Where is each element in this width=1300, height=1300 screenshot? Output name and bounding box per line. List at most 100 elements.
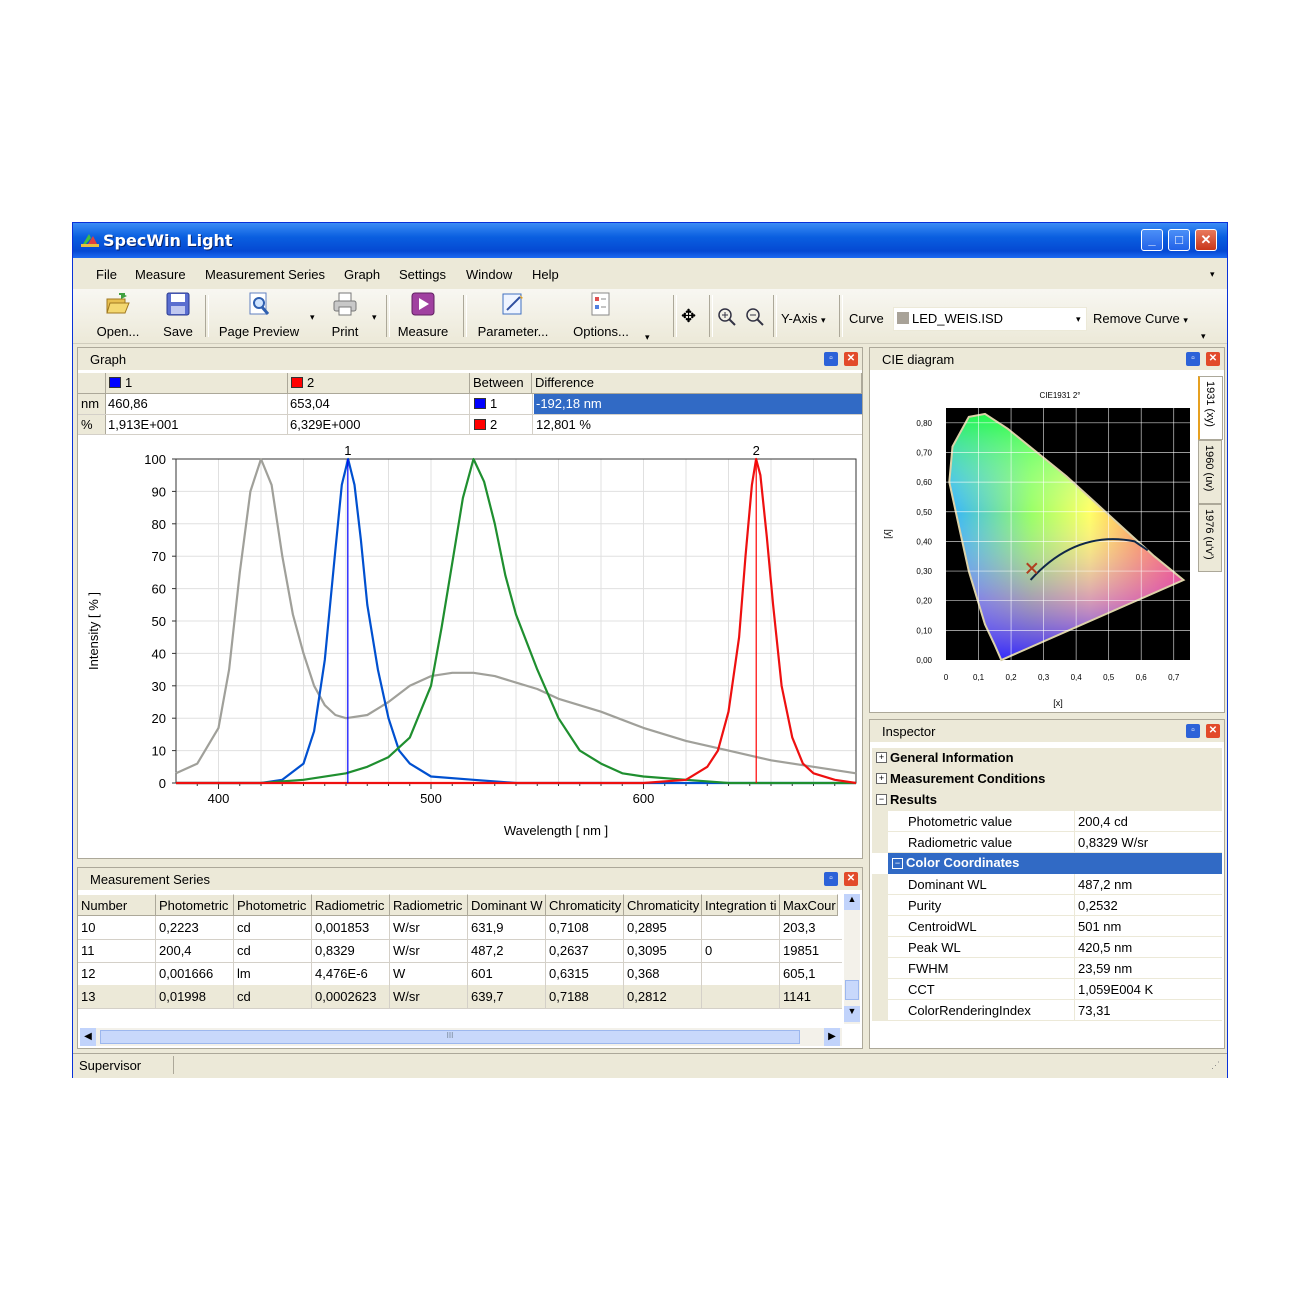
page-preview-dropdown-icon[interactable]: ▾ bbox=[310, 312, 315, 323]
inspector-property-grid: + General Information + Measurement Conditi… bbox=[872, 748, 1222, 1044]
table-row[interactable]: 10 0,2223 cd 0,001853 W/sr 631,9 0,7108 0,2895 2… bbox=[78, 916, 842, 940]
property-row[interactable]: ColorRenderingIndex 73,31 bbox=[872, 1000, 1222, 1021]
scroll-right-icon[interactable]: ▶ bbox=[824, 1028, 840, 1046]
restore-icon[interactable]: ▫ bbox=[824, 872, 838, 886]
column-header[interactable]: Radiometric bbox=[312, 894, 390, 916]
title-bar[interactable]: SpecWin Light _ □ ✕ bbox=[73, 223, 1227, 258]
minimize-button[interactable]: _ bbox=[1141, 229, 1163, 251]
table-cell: 10 bbox=[81, 920, 96, 935]
group-measurement-conditions[interactable]: + Measurement Conditions bbox=[872, 769, 1222, 790]
toolbar-overflow-icon[interactable]: ▾ bbox=[1201, 331, 1206, 342]
cie-x-tick-label: 0,7 bbox=[1168, 673, 1180, 682]
table-row[interactable]: 13 0,01998 cd 0,0002623 W/sr 639,7 0,7188 0,281… bbox=[78, 985, 842, 1009]
restore-icon[interactable]: ▫ bbox=[824, 352, 838, 366]
parameter-button[interactable]: Parameter... bbox=[473, 291, 553, 341]
scroll-thumb[interactable]: III bbox=[100, 1030, 800, 1044]
maximize-button[interactable]: □ bbox=[1168, 229, 1190, 251]
print-button[interactable]: Print bbox=[325, 291, 365, 341]
group-general-information[interactable]: + General Information bbox=[872, 748, 1222, 769]
curve-select[interactable]: LED_WEIS.ISD ▾ bbox=[893, 307, 1087, 331]
measure-button[interactable]: Measure bbox=[395, 291, 451, 341]
toolbar-overflow-icon[interactable]: ▾ bbox=[645, 332, 650, 343]
tab-1960-uv[interactable]: 1960 (uv) bbox=[1198, 440, 1222, 504]
menu-settings[interactable]: Settings bbox=[399, 267, 446, 282]
column-header[interactable]: Chromaticity bbox=[624, 894, 702, 916]
close-icon[interactable]: ✕ bbox=[844, 872, 858, 886]
between-percent-select[interactable]: 2 bbox=[474, 417, 530, 432]
column-header[interactable]: Dominant W bbox=[468, 894, 546, 916]
expand-icon[interactable]: + bbox=[876, 752, 887, 763]
spectrum-chart[interactable]: 0 10 20 30 40 50 60 70 80 90 100 400 500 600 Wavelengt… bbox=[78, 438, 862, 848]
property-value: 73,31 bbox=[1078, 1003, 1111, 1018]
property-row[interactable]: CentroidWL 501 nm bbox=[872, 916, 1222, 937]
menu-measurement-series[interactable]: Measurement Series bbox=[205, 267, 325, 282]
table-cell: 0,001853 bbox=[315, 920, 370, 935]
difference-nm-value[interactable]: -192,18 nm bbox=[534, 394, 862, 414]
zoom-out-icon[interactable] bbox=[745, 307, 765, 327]
open-button[interactable]: Open... bbox=[89, 291, 147, 341]
property-row[interactable]: Purity 0,2532 bbox=[872, 895, 1222, 916]
property-row[interactable]: Peak WL 420,5 nm bbox=[872, 937, 1222, 958]
close-icon[interactable]: ✕ bbox=[1206, 724, 1220, 738]
property-divider bbox=[1074, 979, 1075, 1000]
close-icon[interactable]: ✕ bbox=[1206, 352, 1220, 366]
property-row[interactable]: Photometric value 200,4 cd bbox=[872, 811, 1222, 832]
zoom-in-icon[interactable] bbox=[717, 307, 737, 327]
property-row[interactable]: FWHM 23,59 nm bbox=[872, 958, 1222, 979]
menu-help[interactable]: Help bbox=[532, 267, 559, 282]
expand-icon[interactable]: + bbox=[876, 773, 887, 784]
tab-1976-uv[interactable]: 1976 (u'v') bbox=[1198, 504, 1222, 572]
column-header[interactable]: Integration ti bbox=[702, 894, 780, 916]
y-axis-dropdown[interactable]: Y-Axis ▾ bbox=[781, 311, 826, 326]
page-preview-button[interactable]: Page Preview bbox=[213, 291, 305, 341]
column-header[interactable]: Radiometric bbox=[390, 894, 468, 916]
menu-file[interactable]: File bbox=[96, 267, 117, 282]
column-header[interactable]: Photometric bbox=[234, 894, 312, 916]
group-label: Measurement Conditions bbox=[890, 771, 1046, 786]
column-header[interactable]: Photometric bbox=[156, 894, 234, 916]
tab-1931-xy[interactable]: 1931 (xy) bbox=[1198, 376, 1223, 440]
print-dropdown-icon[interactable]: ▾ bbox=[372, 312, 377, 323]
column-header[interactable]: Number bbox=[78, 894, 156, 916]
pan-move-icon[interactable]: ✥ bbox=[681, 306, 696, 327]
scroll-down-icon[interactable]: ▼ bbox=[844, 1006, 860, 1022]
column-header[interactable]: Chromaticity bbox=[546, 894, 624, 916]
resize-grip-icon[interactable]: ⋰ bbox=[1211, 1060, 1220, 1071]
scroll-thumb[interactable] bbox=[845, 980, 859, 1000]
cell-divider bbox=[311, 916, 312, 939]
scroll-up-icon[interactable]: ▲ bbox=[844, 894, 860, 910]
close-button[interactable]: ✕ bbox=[1195, 229, 1217, 251]
table-row[interactable]: 12 0,001666 lm 4,476E-6 W 601 0,6315 0,368 605,1 bbox=[78, 962, 842, 986]
menu-overflow-icon[interactable]: ▾ bbox=[1210, 269, 1215, 280]
cie-chart[interactable]: CIE1931 2°0,000,100,200,300,400,500,600,… bbox=[872, 374, 1194, 710]
collapse-icon[interactable]: − bbox=[892, 858, 903, 869]
restore-icon[interactable]: ▫ bbox=[1186, 724, 1200, 738]
cursor-2-nm-value: 653,04 bbox=[290, 396, 330, 411]
save-button[interactable]: Save bbox=[157, 291, 199, 341]
toolbar: Open... Save Page Preview ▾ Print ▾ Meas… bbox=[73, 289, 1227, 344]
options-button[interactable]: Options... bbox=[569, 291, 633, 341]
between-nm-select[interactable]: 1 bbox=[474, 396, 530, 411]
folder-open-icon bbox=[106, 293, 130, 314]
collapse-icon[interactable]: − bbox=[876, 794, 887, 805]
horizontal-scrollbar[interactable]: ◀ III ▶ bbox=[80, 1028, 842, 1046]
group-results[interactable]: − Results bbox=[872, 790, 1222, 811]
property-row[interactable]: Dominant WL 487,2 nm bbox=[872, 874, 1222, 895]
property-row[interactable]: Radiometric value 0,8329 W/sr bbox=[872, 832, 1222, 853]
menu-window[interactable]: Window bbox=[466, 267, 512, 282]
menu-measure[interactable]: Measure bbox=[135, 267, 186, 282]
group-color-coordinates[interactable]: − Color Coordinates bbox=[888, 853, 1222, 874]
close-icon[interactable]: ✕ bbox=[844, 352, 858, 366]
cie-x-tick-label: 0,4 bbox=[1071, 673, 1083, 682]
restore-icon[interactable]: ▫ bbox=[1186, 352, 1200, 366]
menu-graph[interactable]: Graph bbox=[344, 267, 380, 282]
table-cell: 0,3095 bbox=[627, 943, 667, 958]
property-row[interactable]: CCT 1,059E004 K bbox=[872, 979, 1222, 1000]
scroll-left-icon[interactable]: ◀ bbox=[80, 1028, 96, 1046]
column-header[interactable]: MaxCour bbox=[780, 894, 838, 916]
cell-divider bbox=[545, 985, 546, 1008]
vertical-scrollbar[interactable]: ▲ ▼ bbox=[844, 894, 860, 1024]
table-row[interactable]: 11 200,4 cd 0,8329 W/sr 487,2 0,2637 0,3095 0 198… bbox=[78, 939, 842, 963]
tab-1960-label: 1960 (uv) bbox=[1203, 445, 1215, 492]
remove-curve-dropdown[interactable]: Remove Curve ▾ bbox=[1093, 311, 1188, 326]
